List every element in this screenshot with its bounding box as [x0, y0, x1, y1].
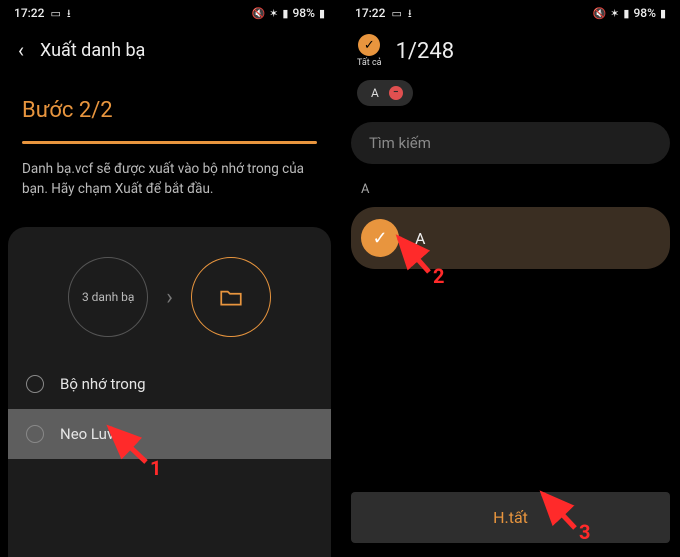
clock: 17:22 [14, 6, 44, 20]
search-input[interactable]: Tìm kiếm [351, 122, 670, 164]
folder-circle [191, 257, 271, 337]
selection-counter: 1/248 [396, 39, 455, 64]
step-heading: Bước 2/2 [0, 72, 339, 133]
contact-name: A [415, 229, 425, 248]
wifi-icon: ✶ [269, 8, 278, 19]
notification-icon: ▭ [50, 8, 60, 19]
mute-icon: 🔇 [592, 8, 606, 19]
signal-icon: ▮ [282, 8, 288, 19]
radio-unchecked-icon [26, 425, 44, 443]
selection-chips: A − [341, 70, 680, 118]
storage-option-label: Bộ nhớ trong [60, 375, 146, 393]
storage-option-internal[interactable]: Bộ nhớ trong [8, 359, 331, 409]
storage-card: 3 danh bạ › Bộ nhớ trong Neo Luvis [8, 227, 331, 557]
download-icon: ⭳ [408, 8, 412, 19]
mute-icon: 🔇 [251, 8, 265, 19]
select-all-button[interactable]: ✓ Tất cả [357, 34, 382, 68]
battery-icon: ▮ [660, 8, 666, 19]
done-button[interactable]: H.tất [351, 492, 670, 543]
check-icon: ✓ [361, 219, 399, 257]
search-placeholder: Tìm kiếm [369, 134, 431, 152]
section-header: A [341, 168, 680, 203]
status-bar: 17:22 ▭ ⭳ 🔇 ✶ ▮ 98% ▮ [341, 0, 680, 24]
download-icon: ⭳ [67, 8, 71, 19]
header: ‹ Xuất danh bạ [0, 24, 339, 72]
description: Danh bạ.vcf sẽ được xuất vào bộ nhớ tron… [0, 144, 339, 223]
remove-icon[interactable]: − [389, 86, 403, 100]
select-all-label: Tất cả [357, 58, 382, 68]
flow-illustration: 3 danh bạ › [8, 247, 331, 359]
selection-header: ✓ Tất cả 1/248 [341, 24, 680, 70]
check-icon: ✓ [358, 34, 380, 56]
storage-option-neo-luvis[interactable]: Neo Luvis [8, 409, 331, 459]
back-icon[interactable]: ‹ [18, 38, 24, 62]
notification-icon: ▭ [391, 8, 401, 19]
battery-percent: 98% [633, 6, 655, 20]
chip-label: A [371, 86, 379, 100]
page-title: Xuất danh bạ [40, 40, 145, 61]
battery-percent: 98% [292, 6, 314, 20]
contacts-count-circle: 3 danh bạ [68, 257, 148, 337]
status-bar: 17:22 ▭ ⭳ 🔇 ✶ ▮ 98% ▮ [0, 0, 339, 24]
wifi-icon: ✶ [610, 8, 619, 19]
chevron-right-icon: › [166, 285, 173, 310]
battery-icon: ▮ [319, 8, 325, 19]
done-label: H.tất [493, 508, 528, 527]
signal-icon: ▮ [623, 8, 629, 19]
folder-icon [218, 284, 244, 310]
clock: 17:22 [355, 6, 385, 20]
contact-row[interactable]: ✓ A [351, 207, 670, 269]
contacts-count-label: 3 danh bạ [82, 290, 135, 304]
selected-chip[interactable]: A − [357, 80, 413, 106]
export-contacts-screen: 17:22 ▭ ⭳ 🔇 ✶ ▮ 98% ▮ ‹ Xuất danh bạ Bướ… [0, 0, 339, 557]
storage-list: Bộ nhớ trong Neo Luvis [8, 359, 331, 459]
radio-unchecked-icon [26, 375, 44, 393]
storage-option-label: Neo Luvis [60, 425, 126, 443]
select-contacts-screen: 17:22 ▭ ⭳ 🔇 ✶ ▮ 98% ▮ ✓ Tất cả 1/248 A −… [341, 0, 680, 557]
